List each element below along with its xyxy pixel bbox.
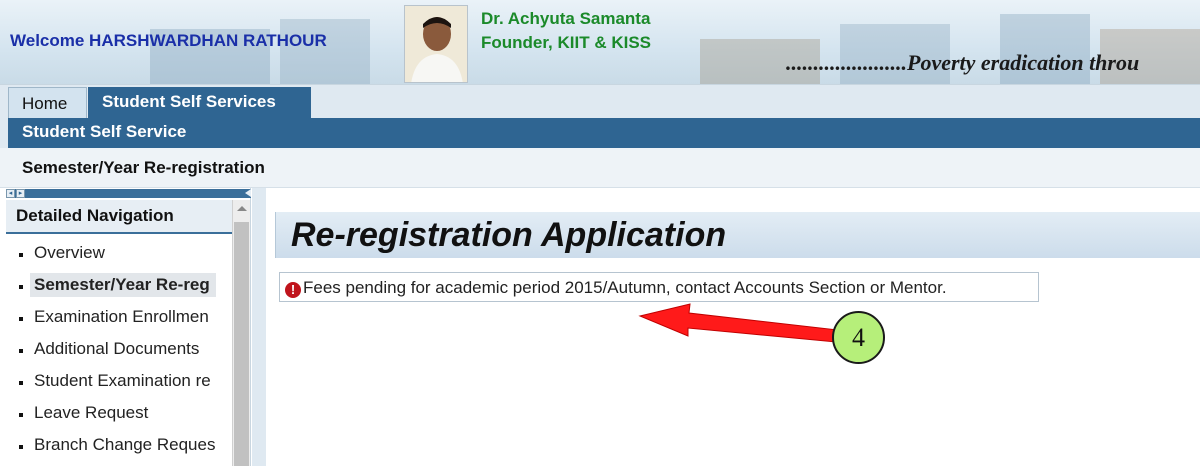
motto-text: ......................Poverty eradicatio… — [786, 50, 1140, 75]
nav-item-leave-request[interactable]: Leave Request — [6, 398, 232, 430]
bullet-icon — [19, 285, 23, 289]
callout-number-badge: 4 — [832, 311, 885, 364]
top-navigation: Home Student Self Services — [0, 84, 1200, 119]
error-message-text: Fees pending for academic period 2015/Au… — [303, 278, 947, 297]
nav-item-additional-documents[interactable]: Additional Documents — [6, 334, 232, 366]
nav-item-student-examination[interactable]: Student Examination re — [6, 366, 232, 398]
application-title: Re-registration Application — [291, 216, 727, 254]
bullet-icon — [19, 445, 23, 449]
welcome-text: Welcome HARSHWARDHAN RATHOUR — [10, 31, 327, 50]
nav-item-label: Semester/Year Re-reg — [30, 273, 216, 297]
nav-scrollbar[interactable] — [232, 200, 250, 466]
sub-navigation: Student Self Service — [0, 118, 1200, 148]
nav-item-branch-change-request[interactable]: Branch Change Reques — [6, 430, 232, 462]
tab-student-self-services[interactable]: Student Self Services — [88, 87, 311, 119]
header-banner: Welcome HARSHWARDHAN RATHOUR Dr. Achyuta… — [0, 0, 1200, 84]
subnav-student-self-service[interactable]: Student Self Service — [22, 122, 186, 142]
app-root: Welcome HARSHWARDHAN RATHOUR Dr. Achyuta… — [0, 0, 1200, 466]
nav-item-semester-reregistration[interactable]: Semester/Year Re-reg — [6, 270, 232, 302]
page-title: Semester/Year Re-registration — [22, 158, 265, 177]
nav-item-label: Leave Request — [34, 403, 149, 422]
tab-home[interactable]: Home — [8, 87, 87, 119]
bullet-icon — [19, 317, 23, 321]
nav-item-label: Examination Enrollmen — [34, 307, 209, 326]
nav-item-label: Branch Change Reques — [34, 435, 216, 454]
application-title-bar: Re-registration Application — [275, 212, 1200, 258]
bullet-icon — [19, 413, 23, 417]
bullet-icon — [19, 349, 23, 353]
scrollbar-thumb[interactable] — [234, 222, 249, 466]
nav-item-label: Additional Documents — [34, 339, 200, 358]
error-message-box: ! Fees pending for academic period 2015/… — [279, 272, 1039, 302]
founder-name: Dr. Achyuta Samanta — [481, 9, 651, 28]
panel-divider — [252, 188, 266, 466]
founder-title: Founder, KIIT & KISS — [481, 33, 652, 52]
founder-photo — [404, 5, 468, 83]
nav-item-label: Overview — [34, 243, 105, 262]
collapse-triangle-icon[interactable] — [245, 189, 251, 197]
nav-item-examination-enrollment[interactable]: Examination Enrollmen — [6, 302, 232, 334]
page-title-bar: Semester/Year Re-registration — [0, 148, 1200, 188]
scroll-up-icon[interactable] — [237, 206, 247, 211]
main-content: Re-registration Application ! Fees pendi… — [252, 188, 1200, 466]
panel-left-arrow-icon[interactable]: ◂ — [6, 189, 15, 198]
panel-collapse-bar[interactable]: ◂ ▸ — [6, 189, 251, 198]
panel-right-arrow-icon[interactable]: ▸ — [16, 189, 25, 198]
error-icon: ! — [285, 282, 301, 298]
nav-list: Overview Semester/Year Re-reg Examinatio… — [6, 238, 232, 462]
nav-item-label: Student Examination re — [34, 371, 211, 390]
nav-item-overview[interactable]: Overview — [6, 238, 232, 270]
detailed-navigation-panel: ◂ ▸ Detailed Navigation Overview Semeste… — [0, 188, 251, 466]
detailed-navigation-header: Detailed Navigation — [6, 200, 232, 234]
bullet-icon — [19, 253, 23, 257]
bullet-icon — [19, 381, 23, 385]
